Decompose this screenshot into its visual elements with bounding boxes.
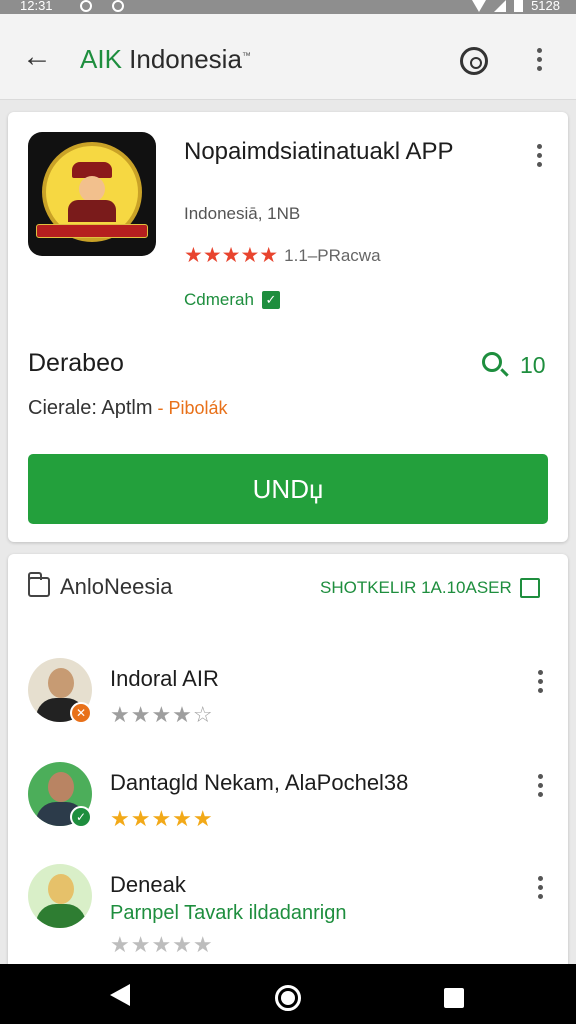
section-title: Derabeo [28, 349, 124, 377]
app-name: Nopaimdsiatinatuakl APP [184, 138, 454, 165]
reviews-header: AnloNeesia [28, 572, 173, 600]
status-time: 12:31 [20, 0, 53, 13]
developer-name[interactable]: Indonesiā, 1NB [184, 204, 300, 224]
briefcase-icon [28, 572, 50, 597]
reviews-link-label: SHOTKELIR 1A.10ASER [320, 578, 512, 597]
review-menu-icon[interactable] [538, 876, 544, 899]
verified-icon: ✓ [261, 291, 280, 309]
notification-icon [112, 0, 124, 12]
wifi-icon [472, 0, 487, 12]
meta-value[interactable]: Pibolák [169, 398, 228, 418]
badge-label: Cdmerah [184, 290, 254, 309]
battery-icon [514, 0, 524, 12]
reviews-title: AnloNeesia [60, 574, 173, 599]
app-rating: ★★★★★ 1.1–PRacwa [184, 243, 381, 268]
open-external-icon [519, 578, 540, 598]
review-item[interactable]: ✕ Indoral AIR ★★★★☆ [28, 658, 548, 748]
app-details-card: Nopaimdsiatinatuakl APP Indonesiā, 1NB ★… [8, 112, 568, 542]
see-all-reviews-link[interactable]: SHOTKELIR 1A.10ASER [320, 578, 540, 598]
meta-label: Cierale: Aptlm [28, 397, 153, 419]
review-menu-icon[interactable] [538, 774, 544, 797]
install-button[interactable]: UNDџ [28, 454, 548, 524]
signal-icon [494, 0, 507, 12]
sync-icon [80, 0, 92, 12]
review-stars: ★★★★☆ [110, 702, 214, 727]
meta-separator: - [152, 398, 169, 418]
nav-home-icon[interactable] [275, 985, 301, 1011]
settings-icon[interactable] [460, 47, 488, 75]
nav-back-icon[interactable] [110, 984, 130, 1006]
verified-badge-icon: ✓ [70, 806, 92, 828]
title-trademark: ™ [241, 50, 251, 61]
app-meta: Cierale: Aptlm - Pibolák [28, 397, 228, 420]
reviewer-name: Deneak [110, 872, 186, 897]
rating-count: 1.1–PRacwa [284, 245, 381, 265]
app-logo [28, 132, 156, 256]
editors-badge: Cdmerah ✓ [184, 290, 280, 310]
battery-level: 5128 [531, 0, 560, 13]
top-app-bar: ← AIK Indonesia™ [0, 14, 576, 100]
status-bar: 12:31 5128 [0, 0, 576, 14]
avatar [28, 864, 92, 928]
review-item[interactable]: ✓ Dantagld Nekam, AlaPochel38 ★★★★★ [28, 762, 548, 852]
warning-badge-icon: ✕ [70, 702, 92, 724]
review-stars: ★★★★★ [110, 932, 214, 957]
reviewer-subtitle: Parnpel Tavark ildadanrign [110, 902, 347, 924]
search-icon[interactable] [482, 352, 502, 372]
review-menu-icon[interactable] [538, 670, 544, 693]
nav-recents-icon[interactable] [444, 988, 464, 1008]
search-count: 10 [520, 352, 546, 378]
star-rating: ★★★★★ [184, 244, 279, 267]
app-menu-icon[interactable] [537, 144, 543, 167]
reviewer-name: Dantagld Nekam, AlaPochel38 [110, 770, 409, 795]
reviewer-name: Indoral AIR [110, 666, 219, 691]
system-nav-bar [0, 964, 576, 1024]
title-brand: AIK [80, 44, 122, 74]
review-item[interactable]: Deneak Parnpel Tavark ildadanrign ★★★★★ [28, 864, 548, 964]
overflow-menu-icon[interactable] [537, 48, 543, 71]
reviews-card: AnloNeesia SHOTKELIR 1A.10ASER ✕ Indoral… [8, 554, 568, 974]
arrow-left-icon[interactable]: ← [22, 42, 52, 72]
page-title: AIK Indonesia™ [80, 44, 251, 75]
title-text: Indonesia [121, 44, 242, 74]
review-stars: ★★★★★ [110, 806, 214, 831]
